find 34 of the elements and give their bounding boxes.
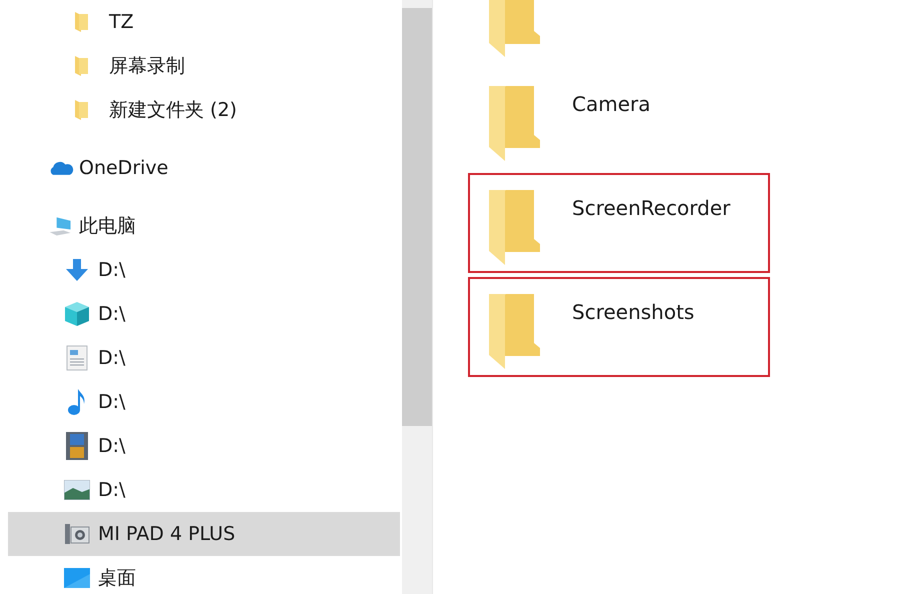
nav-item[interactable]: D:\ <box>8 248 400 292</box>
folder-icon <box>488 85 542 161</box>
download-arrow-icon <box>65 258 89 282</box>
folder-icon <box>488 189 542 265</box>
nav-item[interactable]: D:\ <box>8 336 400 380</box>
nav-item[interactable]: 桌面 <box>8 556 400 594</box>
desktop-icon <box>64 568 90 588</box>
camera-icon <box>64 522 90 546</box>
nav-item[interactable]: D:\ <box>8 424 400 468</box>
nav-item[interactable]: D:\ <box>8 380 400 424</box>
folder-icon <box>74 55 88 77</box>
scrollbar-thumb[interactable] <box>402 8 432 426</box>
nav-item[interactable]: D:\ <box>8 292 400 336</box>
nav-item[interactable]: 此电脑 <box>8 204 400 248</box>
cloud-icon <box>48 159 74 177</box>
folder-icon <box>488 293 542 369</box>
highlighted-folder-item[interactable]: ScreenRecorder <box>468 173 770 273</box>
nav-item[interactable]: MI PAD 4 PLUS <box>8 512 400 556</box>
landscape-picture-icon <box>64 480 90 500</box>
folder-icon <box>488 0 542 57</box>
document-icon <box>66 345 88 371</box>
folder-item[interactable]: Camera <box>468 69 770 169</box>
scrollbar[interactable] <box>402 0 432 594</box>
folder-icon <box>74 11 88 33</box>
nav-item[interactable]: OneDrive <box>8 146 400 190</box>
nav-item[interactable]: 新建文件夹 (2) <box>8 88 400 132</box>
nav-item[interactable]: TZ <box>8 0 400 44</box>
nav-item[interactable]: D:\ <box>8 468 400 512</box>
nav-item[interactable]: 屏幕录制 <box>8 44 400 88</box>
music-note-icon <box>67 388 87 416</box>
film-icon <box>66 432 88 460</box>
highlighted-folder-item[interactable]: Screenshots <box>468 277 770 377</box>
folder-icon <box>74 99 88 121</box>
cube-icon <box>64 301 90 327</box>
